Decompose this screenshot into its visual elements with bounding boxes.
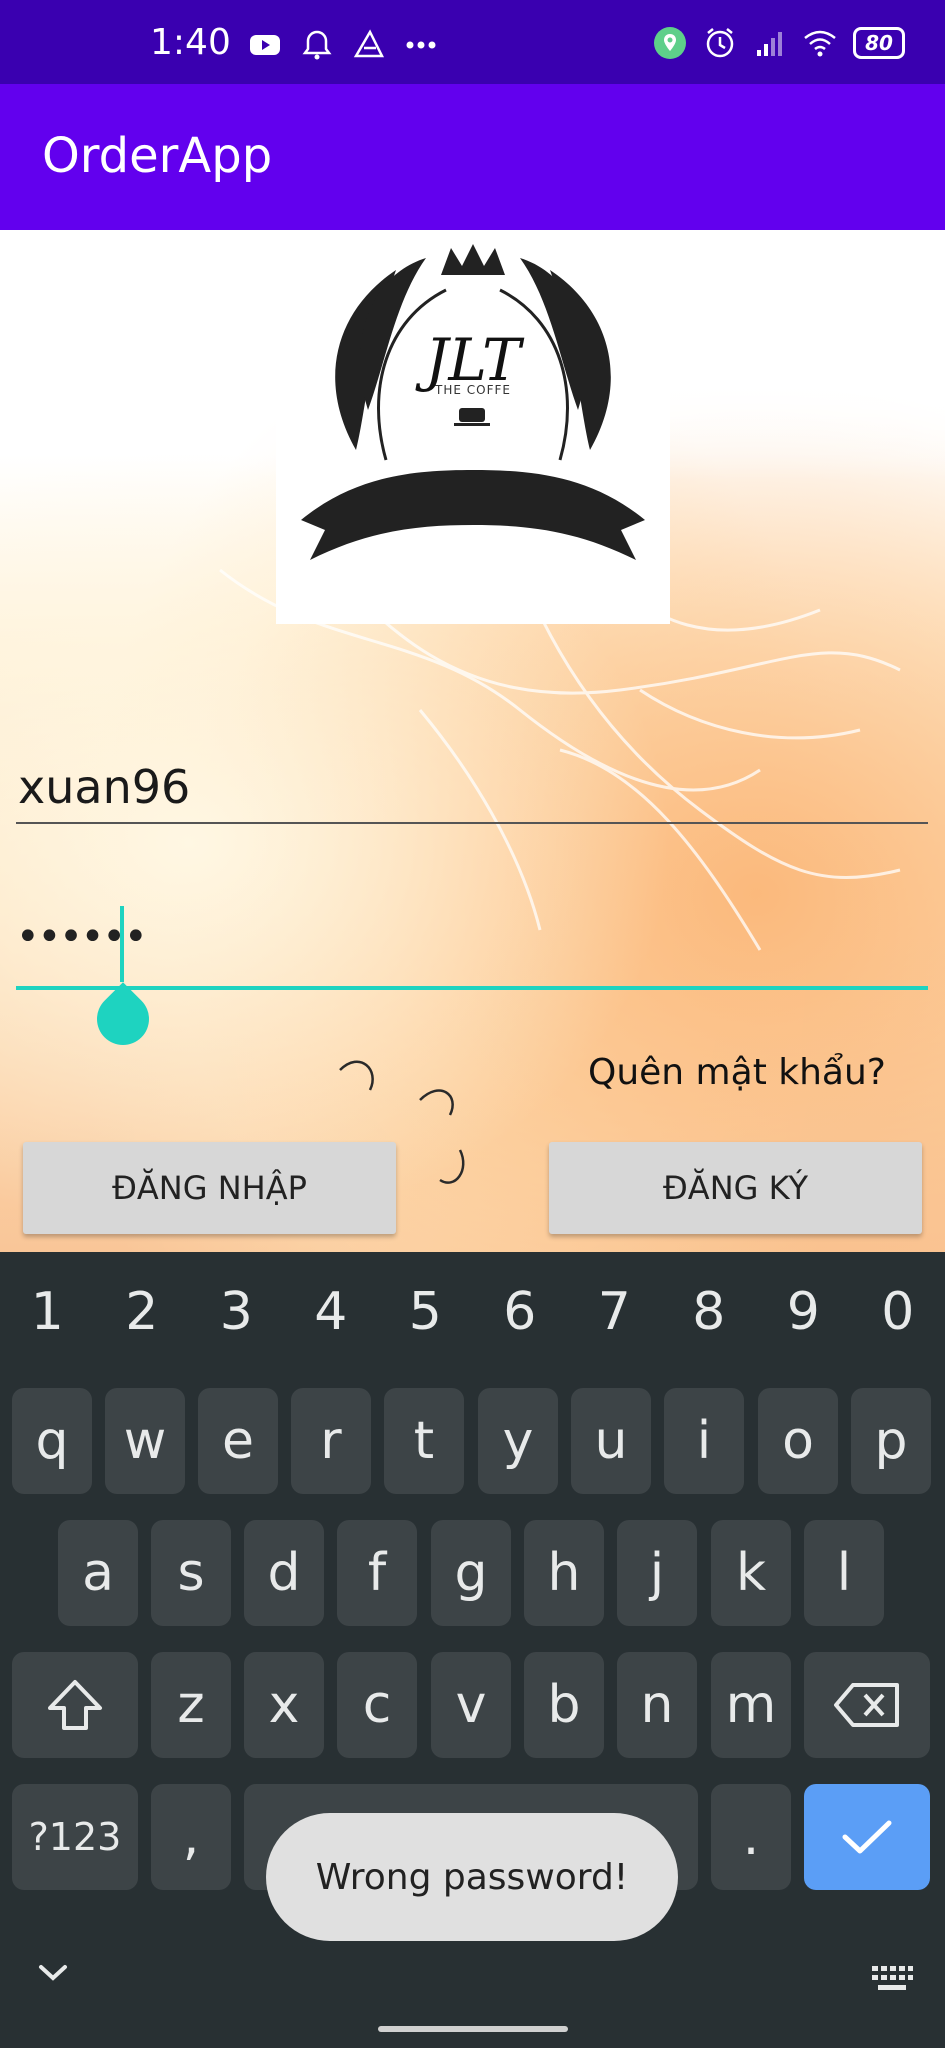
- forgot-password-link[interactable]: Quên mật khẩu?: [588, 1052, 886, 1093]
- notification-icons: [248, 28, 438, 62]
- period-key[interactable]: .: [711, 1784, 791, 1890]
- key-w[interactable]: w: [105, 1388, 185, 1494]
- more-dots-icon: [406, 41, 436, 49]
- symbols-key[interactable]: ?123: [12, 1784, 138, 1890]
- key-0[interactable]: 0: [851, 1282, 945, 1342]
- toast-message: Wrong password!: [266, 1813, 678, 1941]
- password-value: ••••••: [16, 914, 148, 960]
- logo: JLT THE COFFE: [276, 230, 670, 624]
- key-j[interactable]: j: [617, 1520, 697, 1626]
- key-c[interactable]: c: [337, 1652, 417, 1758]
- system-icons: 80: [653, 26, 905, 60]
- key-d[interactable]: d: [244, 1520, 324, 1626]
- key-z[interactable]: z: [151, 1652, 231, 1758]
- key-i[interactable]: i: [664, 1388, 744, 1494]
- key-3[interactable]: 3: [189, 1282, 284, 1342]
- keyboard-icon[interactable]: [870, 1964, 914, 1994]
- key-v[interactable]: v: [431, 1652, 511, 1758]
- status-bar: 1:40 80: [0, 0, 945, 84]
- status-time: 1:40: [150, 22, 231, 63]
- key-o[interactable]: o: [758, 1388, 838, 1494]
- location-icon: [654, 27, 686, 59]
- enter-key[interactable]: [804, 1784, 930, 1890]
- app-title: OrderApp: [42, 128, 273, 184]
- logo-subtitle: THE COFFE: [434, 383, 511, 397]
- key-7[interactable]: 7: [567, 1282, 662, 1342]
- checkmark-icon: [842, 1820, 892, 1854]
- bell-icon: [302, 30, 332, 60]
- navigation-handle[interactable]: [378, 2026, 568, 2032]
- shift-key[interactable]: [12, 1652, 138, 1758]
- comma-key[interactable]: ,: [151, 1784, 231, 1890]
- key-6[interactable]: 6: [473, 1282, 568, 1342]
- signal-icon: [757, 32, 782, 56]
- key-5[interactable]: 5: [378, 1282, 473, 1342]
- password-input[interactable]: ••••••: [16, 906, 928, 990]
- key-x[interactable]: x: [244, 1652, 324, 1758]
- key-8[interactable]: 8: [662, 1282, 757, 1342]
- chevron-down-icon[interactable]: [36, 1962, 70, 1984]
- text-cursor: [120, 906, 124, 982]
- key-h[interactable]: h: [524, 1520, 604, 1626]
- key-y[interactable]: y: [478, 1388, 558, 1494]
- key-2[interactable]: 2: [95, 1282, 190, 1342]
- key-q[interactable]: q: [12, 1388, 92, 1494]
- key-k[interactable]: k: [711, 1520, 791, 1626]
- key-s[interactable]: s: [151, 1520, 231, 1626]
- key-e[interactable]: e: [198, 1388, 278, 1494]
- wifi-icon: [804, 30, 836, 57]
- coffee-logo-icon: JLT THE COFFE: [301, 244, 645, 560]
- key-p[interactable]: p: [851, 1388, 931, 1494]
- app-bar: OrderApp: [0, 84, 945, 230]
- number-row: 1 2 3 4 5 6 7 8 9 0: [0, 1282, 945, 1342]
- key-a[interactable]: a: [58, 1520, 138, 1626]
- login-screen: JLT THE COFFE xuan96 •••••• Quên mật khẩ…: [0, 230, 945, 1252]
- backspace-icon: [834, 1683, 899, 1727]
- key-g[interactable]: g: [431, 1520, 511, 1626]
- key-b[interactable]: b: [524, 1652, 604, 1758]
- key-r[interactable]: r: [291, 1388, 371, 1494]
- key-1[interactable]: 1: [0, 1282, 95, 1342]
- username-input[interactable]: xuan96: [16, 760, 928, 824]
- battery-icon: 80: [853, 27, 905, 59]
- shift-icon: [48, 1680, 102, 1730]
- key-t[interactable]: t: [384, 1388, 464, 1494]
- alarm-icon: [706, 28, 734, 58]
- key-u[interactable]: u: [571, 1388, 651, 1494]
- key-n[interactable]: n: [617, 1652, 697, 1758]
- youtube-icon: [250, 35, 280, 55]
- key-4[interactable]: 4: [284, 1282, 379, 1342]
- register-button[interactable]: ĐĂNG KÝ: [549, 1142, 922, 1234]
- backspace-key[interactable]: [804, 1652, 930, 1758]
- login-button[interactable]: ĐĂNG NHẬP: [23, 1142, 396, 1234]
- key-f[interactable]: f: [337, 1520, 417, 1626]
- key-l[interactable]: l: [804, 1520, 884, 1626]
- key-m[interactable]: m: [711, 1652, 791, 1758]
- key-9[interactable]: 9: [756, 1282, 851, 1342]
- paper-plane-icon: [353, 29, 385, 58]
